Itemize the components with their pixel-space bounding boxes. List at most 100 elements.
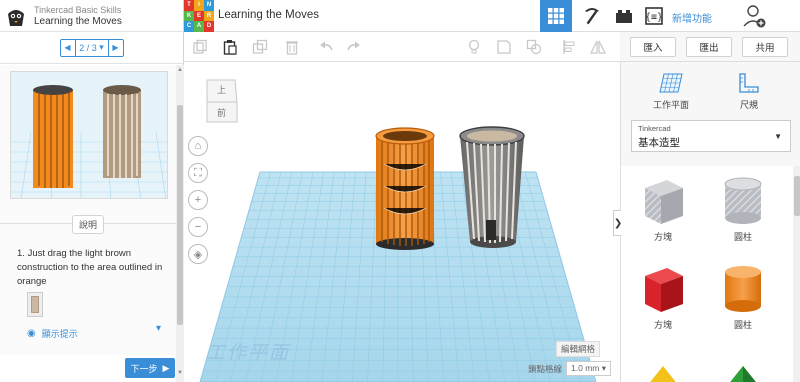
library-name: 基本造型: [638, 137, 680, 149]
shape-label: 圓柱: [733, 232, 752, 242]
lego-view-button[interactable]: [608, 0, 640, 32]
view-cube[interactable]: 上 前: [204, 76, 240, 126]
shape-roof-partial[interactable]: [643, 362, 683, 382]
fit-icon: ⛶: [194, 166, 202, 179]
scroll-thumb[interactable]: [177, 105, 183, 325]
workplane-icon: [659, 73, 683, 93]
workplane-watermark: 工作平面: [206, 342, 291, 364]
shape-label: 方塊: [653, 320, 672, 330]
shape-box[interactable]: 方塊: [633, 262, 693, 331]
show-hint-button[interactable]: ◉ 顯示提示: [27, 327, 78, 340]
project-title[interactable]: Learning the Moves: [218, 9, 319, 21]
redo-icon[interactable]: [346, 39, 362, 55]
lesson-pager: ◀ 2 / 3 ▾ ▶: [59, 38, 124, 57]
chevron-down-icon[interactable]: ▾: [156, 323, 161, 334]
viewcube-front-label: 前: [217, 108, 227, 118]
home-view-button[interactable]: ⌂: [188, 136, 208, 156]
snap-grid-label: 鎖點格線: [528, 363, 563, 374]
codeblocks-view-button[interactable]: {≡}: [638, 0, 670, 32]
duplicate-icon[interactable]: [252, 39, 268, 55]
lightbulb-icon[interactable]: [466, 39, 482, 55]
shape-cylinder-hole[interactable]: 圓柱: [713, 174, 773, 243]
cylinder-hole-icon: [724, 177, 762, 224]
code-blocks-icon: {≡}: [645, 7, 663, 25]
gray-construction[interactable]: [452, 122, 532, 252]
ruler-tool[interactable]: 尺規: [719, 72, 779, 111]
top-bar: T I N K E R C A D Learning the Moves {≡}…: [184, 0, 800, 32]
note-icon[interactable]: [496, 39, 512, 55]
box-hole-icon: [645, 180, 683, 224]
lesson-header: Tinkercad Basic Skills Learning the Move…: [0, 0, 183, 32]
brick-icon: [616, 10, 632, 23]
shape-label: 圓柱: [733, 320, 752, 330]
library-source: Tinkercad: [638, 124, 671, 133]
eye-icon: ◉: [27, 328, 36, 339]
instruction-text: Just drag the light brown construction t…: [17, 248, 163, 287]
mirror-icon[interactable]: [590, 39, 606, 55]
svg-text:{≡}: {≡}: [645, 12, 663, 23]
user-avatar[interactable]: [742, 4, 766, 28]
workplane-tool-label: 工作平面: [652, 100, 689, 110]
orange-construction[interactable]: [370, 124, 440, 254]
viewcube-top-label: 上: [217, 85, 227, 95]
cylinder-icon: [725, 266, 761, 312]
pager-next-button[interactable]: ▶: [109, 40, 123, 56]
paste-icon[interactable]: [222, 39, 238, 55]
shape-library-select[interactable]: Tinkercad 基本造型 ▼: [631, 120, 791, 152]
ruler-tool-label: 尺規: [739, 100, 758, 110]
grid-icon: [548, 8, 564, 24]
home-icon: ⌂: [194, 140, 202, 152]
minecraft-view-button[interactable]: [576, 0, 608, 32]
plus-icon: +: [194, 194, 202, 206]
lesson-title: Learning the Moves: [34, 15, 122, 27]
fit-view-button[interactable]: ⛶: [188, 163, 208, 183]
zoom-out-button[interactable]: −: [188, 217, 208, 237]
scroll-down-arrow[interactable]: ▼: [177, 370, 183, 376]
import-button[interactable]: 匯入: [630, 37, 676, 57]
edit-grid-button[interactable]: 編輯網格: [556, 341, 601, 357]
pickaxe-icon: [585, 8, 599, 25]
lesson-scrollbar[interactable]: ▲ ▼: [176, 65, 184, 382]
lesson-pager-row: ◀ 2 / 3 ▾ ▶: [0, 32, 183, 64]
tinkercad-editor: Tinkercad Basic Skills Learning the Move…: [0, 0, 800, 382]
snap-grid-select[interactable]: 1.0 mm ▾: [566, 361, 611, 376]
shape-pyramid-partial[interactable]: [723, 362, 763, 382]
next-step-button[interactable]: 下一步 ▶: [125, 358, 175, 378]
minus-icon: −: [194, 221, 202, 233]
zoom-in-button[interactable]: +: [188, 190, 208, 210]
shape-box-hole[interactable]: 方塊: [633, 174, 693, 243]
shapes-panel: 工作平面 尺規 Tinkercad 基本造型 ▼ ❯ 方塊 圓柱 方塊 圓柱: [613, 62, 800, 382]
group-icon[interactable]: [526, 39, 542, 55]
edit-toolbar: [184, 32, 620, 62]
pager-prev-button[interactable]: ◀: [61, 40, 75, 56]
instruction-thumbnail[interactable]: [27, 292, 43, 317]
action-bar: 匯入 匯出 共用: [620, 32, 800, 62]
perspective-button[interactable]: ◈: [188, 244, 208, 264]
shapes-scrollbar[interactable]: [793, 166, 800, 382]
shape-cylinder[interactable]: 圓柱: [713, 262, 773, 331]
align-icon[interactable]: [562, 39, 578, 55]
instruction-number: 1.: [17, 248, 25, 259]
pager-select[interactable]: 2 / 3 ▾: [74, 39, 109, 56]
delete-icon[interactable]: [284, 39, 300, 55]
lesson-preview-image: [10, 71, 168, 199]
hint-label: 顯示提示: [41, 329, 78, 339]
design-canvas[interactable]: 上 前 ⌂ ⛶ + − ◈ 工作平面 編輯網格 鎖點格線 1.0 mm ▾: [184, 62, 620, 382]
tinkercad-logo[interactable]: T I N K E R C A D: [184, 0, 214, 32]
lesson-body: 說明 1. Just drag the light brown construc…: [0, 65, 176, 355]
shape-label: 方塊: [653, 232, 672, 242]
scroll-up-arrow[interactable]: ▲: [177, 67, 183, 73]
lesson-panel: Tinkercad Basic Skills Learning the Move…: [0, 0, 184, 382]
copy-icon[interactable]: [192, 39, 208, 55]
3d-design-view-button[interactable]: [540, 0, 572, 32]
instruction-item: 1. Just drag the light brown constructio…: [17, 247, 169, 289]
undo-icon[interactable]: [318, 39, 334, 55]
share-button[interactable]: 共用: [742, 37, 788, 57]
add-user-icon: [743, 5, 766, 28]
new-features-link[interactable]: 新增功能: [672, 10, 712, 25]
workplane-tool[interactable]: 工作平面: [641, 72, 701, 111]
export-button[interactable]: 匯出: [686, 37, 732, 57]
perspective-icon: ◈: [193, 248, 203, 261]
lesson-course: Tinkercad Basic Skills: [34, 4, 122, 15]
shapes-scroll-thumb[interactable]: [794, 176, 800, 216]
